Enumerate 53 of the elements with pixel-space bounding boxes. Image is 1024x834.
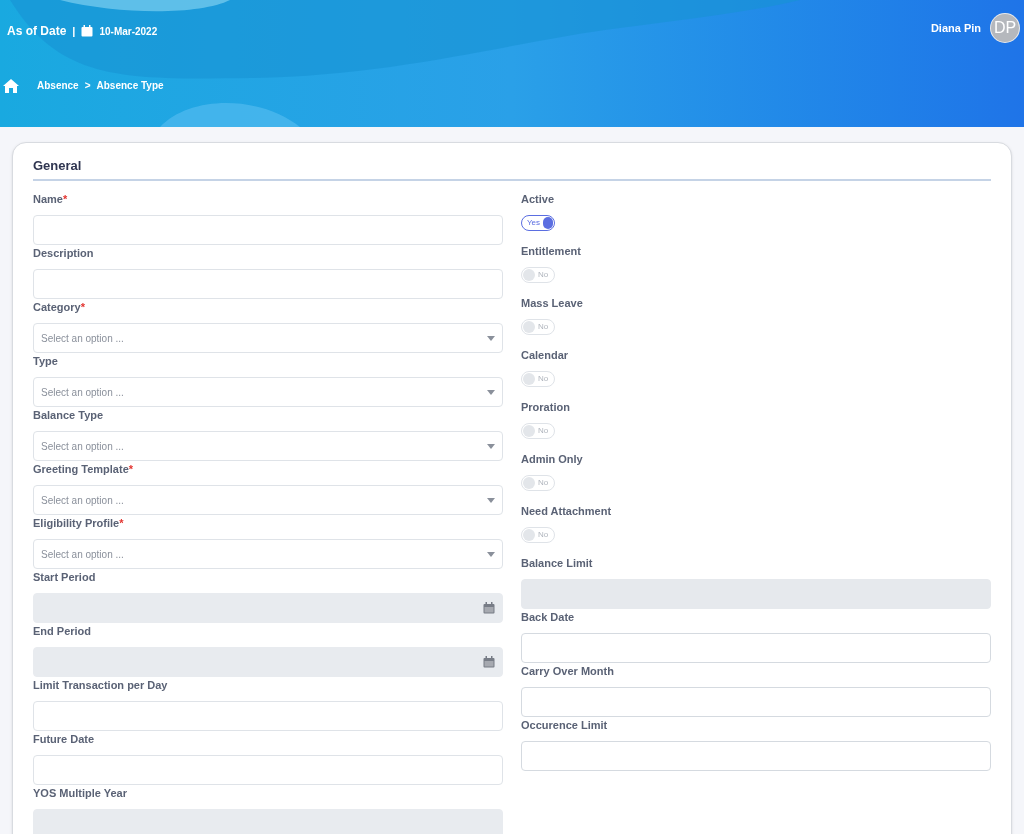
select-field[interactable]: Select an option ...	[33, 431, 503, 461]
field-label: YOS Multiple Year	[33, 785, 127, 801]
field-label: Mass Leave	[521, 295, 583, 311]
home-icon[interactable]	[3, 78, 19, 93]
field-label: Active	[521, 191, 555, 207]
as-of-label: As of Date	[7, 23, 67, 40]
breadcrumb-link[interactable]: Absence	[37, 78, 79, 93]
caret-icon	[487, 389, 495, 395]
field-label: Carry Over Month	[521, 663, 614, 679]
field-label: Greeting Template*	[33, 461, 134, 477]
field-label: Back Date	[521, 609, 575, 625]
section-title: General	[33, 158, 82, 173]
caret-icon	[487, 497, 495, 503]
input-field[interactable]	[521, 741, 991, 771]
field-label: Future Date	[33, 731, 95, 747]
input-field[interactable]	[33, 215, 503, 245]
field-label: Eligibility Profile*	[33, 515, 124, 531]
select-field[interactable]: Select an option ...	[33, 539, 503, 569]
input-field[interactable]	[33, 755, 503, 785]
field-label: Occurence Limit	[521, 717, 608, 733]
field-label: Balance Limit	[521, 555, 593, 571]
select-field[interactable]: Select an option ...	[33, 485, 503, 515]
breadcrumb-separator: >	[84, 79, 91, 93]
field-label: Admin Only	[521, 451, 583, 467]
select-field[interactable]: Select an option ...	[33, 377, 503, 407]
field-label: Entitlement	[521, 243, 581, 259]
user-avatar[interactable]: DP	[990, 13, 1020, 43]
field-label: Start Period	[33, 569, 96, 585]
field-label: Calendar	[521, 347, 569, 363]
caret-icon	[487, 551, 495, 557]
calendar-icon	[81, 25, 94, 37]
field-label: Description	[33, 245, 94, 261]
calendar-icon	[483, 602, 495, 614]
field-label: Category*	[33, 299, 85, 315]
caret-icon	[487, 443, 495, 449]
calendar-icon	[483, 656, 495, 668]
input-field[interactable]	[521, 633, 991, 663]
field-label: Limit Transaction per Day	[33, 677, 168, 693]
field-label: Balance Type	[33, 407, 104, 423]
input-field[interactable]	[521, 687, 991, 717]
breadcrumb-link[interactable]: Absence Type	[96, 78, 164, 93]
user-name: Diana Pin	[930, 20, 981, 36]
field-label: Need Attachment	[521, 503, 612, 519]
date-text[interactable]: 10-Mar-2022	[99, 23, 158, 39]
field-label: Type	[33, 353, 58, 369]
field-label: Proration	[521, 399, 570, 415]
separator-text: |	[72, 23, 76, 39]
select-field[interactable]: Select an option ...	[33, 323, 503, 353]
field-label: End Period	[33, 623, 92, 639]
input-field[interactable]	[33, 269, 503, 299]
field-label: Name*	[33, 191, 68, 207]
input-field[interactable]	[33, 701, 503, 731]
caret-icon	[487, 335, 495, 341]
